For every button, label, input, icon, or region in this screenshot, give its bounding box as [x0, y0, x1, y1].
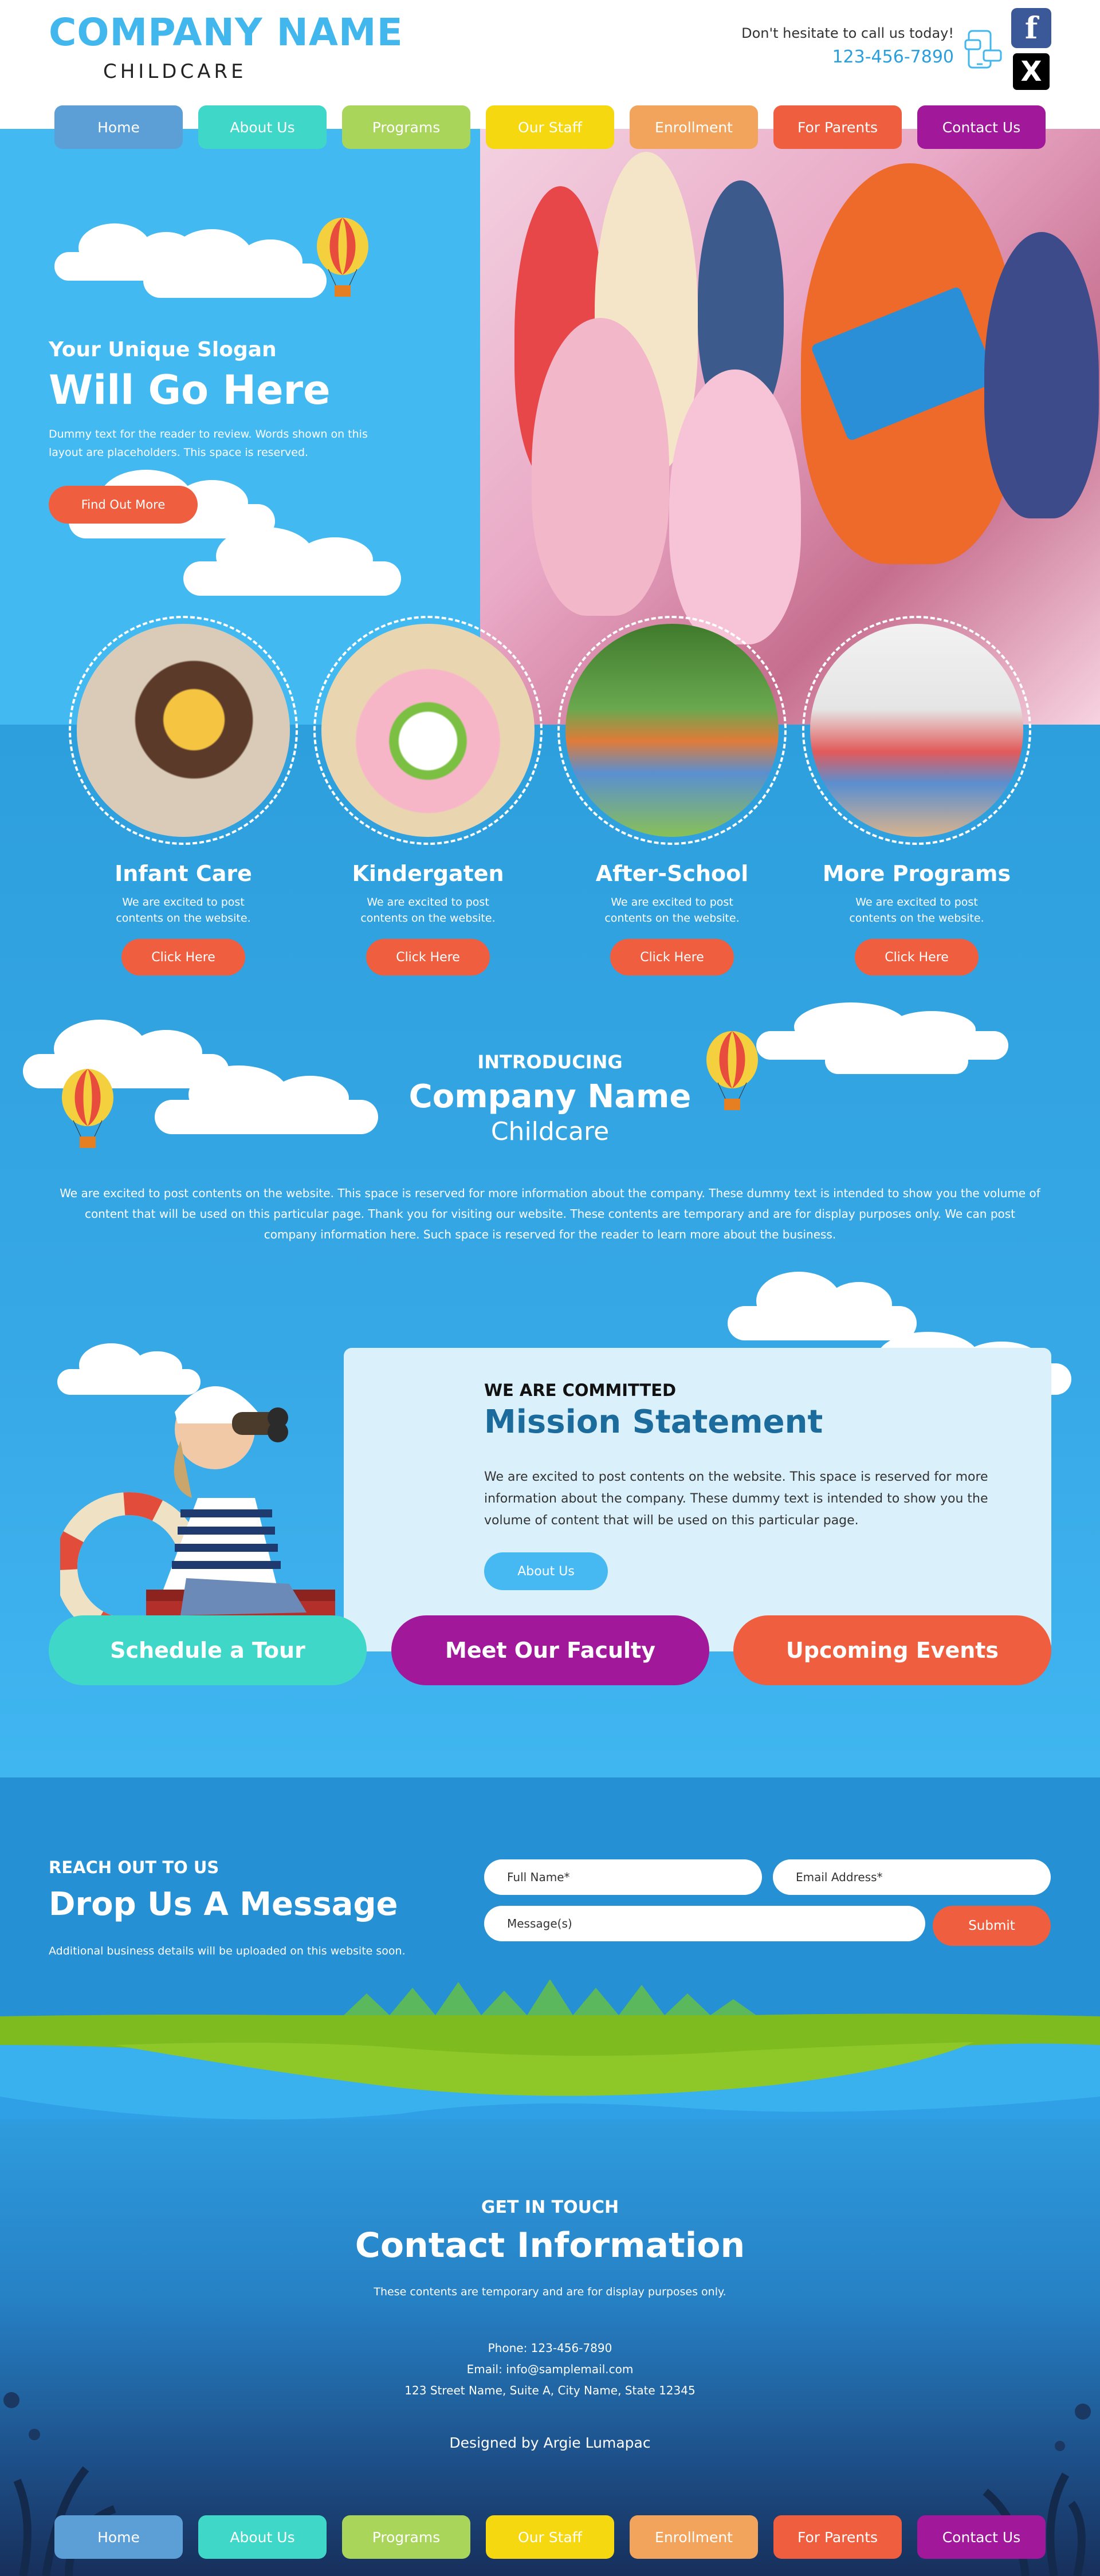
message-title: Drop Us A Message: [49, 1886, 398, 1923]
service-click-button[interactable]: Click Here: [610, 939, 734, 976]
find-out-more-button[interactable]: Find Out More: [49, 486, 198, 524]
intro-subtitle: Childcare: [490, 1117, 610, 1146]
service-click-button[interactable]: Click Here: [366, 939, 490, 976]
nav-our-staff[interactable]: Our Staff: [486, 2515, 614, 2559]
more-programs-photo: [810, 624, 1023, 837]
x-twitter-icon[interactable]: X: [1011, 52, 1051, 92]
service-photo-frame: [69, 616, 298, 845]
about-us-button[interactable]: About Us: [484, 1552, 608, 1590]
designer-credit: Designed by Argie Lumapac: [449, 2435, 651, 2451]
contact-address: 123 Street Name, Suite A, City Name, Sta…: [404, 2384, 696, 2397]
nav-about-us[interactable]: About Us: [198, 105, 327, 149]
service-photo-frame: [557, 616, 787, 845]
service-desc: We are excited to post contents on the w…: [360, 896, 496, 925]
phone-chat-icon: [964, 30, 1002, 69]
nav-programs[interactable]: Programs: [342, 105, 470, 149]
intro-label: INTRODUCING: [477, 1051, 623, 1073]
service-after-school: After-School We are excited to post cont…: [557, 616, 787, 976]
nav-contact-us[interactable]: Contact Us: [917, 105, 1046, 149]
cloud-shape: [143, 229, 327, 298]
call-text: Don't hesitate to call us today!: [741, 25, 954, 41]
service-title: Kindergaten: [352, 861, 504, 886]
service-desc: We are excited to post contents on the w…: [604, 896, 740, 925]
service-kindergaten: Kindergaten We are excited to post conte…: [313, 616, 543, 976]
nav-home[interactable]: Home: [54, 2515, 183, 2559]
kindergaten-photo: [321, 624, 535, 837]
cloud-shape: [183, 527, 401, 596]
header-phone[interactable]: 123-456-7890: [832, 47, 954, 67]
contact-phone[interactable]: Phone: 123-456-7890: [0, 2341, 1100, 2355]
service-click-button[interactable]: Click Here: [855, 939, 979, 976]
schedule-tour-button[interactable]: Schedule a Tour: [49, 1615, 367, 1685]
meet-faculty-button[interactable]: Meet Our Faculty: [391, 1615, 709, 1685]
full-name-input[interactable]: Full Name*: [484, 1859, 762, 1895]
service-photo-frame: [313, 616, 543, 845]
girl-with-binoculars-illustration: [60, 1386, 335, 1653]
mission-description: We are excited to post contents on the w…: [484, 1470, 988, 1528]
email-input[interactable]: Email Address*: [773, 1859, 1051, 1895]
service-title: Infant Care: [115, 861, 252, 886]
nav-enrollment[interactable]: Enrollment: [630, 105, 758, 149]
nav-programs[interactable]: Programs: [342, 2515, 470, 2559]
hot-air-balloon-icon: [317, 218, 368, 297]
hero-slogan-small: Your Unique Slogan: [49, 338, 277, 361]
nav-for-parents[interactable]: For Parents: [773, 2515, 902, 2559]
cloud-shape: [728, 1272, 917, 1340]
service-desc: We are excited to post contents on the w…: [116, 896, 251, 925]
hero-description: Dummy text for the reader to review. Wor…: [49, 428, 368, 459]
nav-our-staff[interactable]: Our Staff: [486, 105, 614, 149]
main-nav: Home About Us Programs Our Staff Enrollm…: [54, 105, 1046, 149]
service-click-button[interactable]: Click Here: [121, 939, 245, 976]
service-title: More Programs: [822, 861, 1011, 886]
service-photo-frame: [802, 616, 1031, 845]
footer-nav: Home About Us Programs Our Staff Enrollm…: [54, 2515, 1046, 2559]
contact-title: Contact Information: [355, 2225, 745, 2266]
message-label: REACH OUT TO US: [49, 1858, 219, 1877]
facebook-icon[interactable]: f: [1011, 8, 1051, 48]
nav-enrollment[interactable]: Enrollment: [630, 2515, 758, 2559]
message-info: Additional business details will be uplo…: [49, 1945, 406, 1957]
after-school-photo: [565, 624, 779, 837]
nav-about-us[interactable]: About Us: [198, 2515, 327, 2559]
service-title: After-School: [595, 861, 749, 886]
intro-description: We are excited to post contents on the w…: [60, 1186, 1040, 1241]
logo-company-sub: CHILDCARE: [103, 60, 247, 83]
mission-title: Mission Statement: [484, 1403, 823, 1441]
nav-for-parents[interactable]: For Parents: [773, 105, 902, 149]
logo-company-name[interactable]: COMPANY NAME: [49, 10, 403, 54]
infant-care-photo: [77, 624, 290, 837]
contact-email[interactable]: Email: info@samplemail.com: [0, 2362, 1100, 2376]
nav-home[interactable]: Home: [54, 105, 183, 149]
hero-slogan-big: Will Go Here: [49, 367, 331, 414]
upcoming-events-button[interactable]: Upcoming Events: [733, 1615, 1051, 1685]
contact-label: GET IN TOUCH: [481, 2197, 619, 2217]
submit-button[interactable]: Submit: [933, 1906, 1051, 1946]
service-infant-care: Infant Care We are excited to post conte…: [69, 616, 298, 976]
contact-description: These contents are temporary and are for…: [374, 2286, 726, 2298]
service-desc: We are excited to post contents on the w…: [849, 896, 984, 925]
nav-contact-us[interactable]: Contact Us: [917, 2515, 1046, 2559]
intro-title: Company Name: [408, 1078, 692, 1115]
service-more-programs: More Programs We are excited to post con…: [802, 616, 1031, 976]
mission-label: WE ARE COMMITTED: [484, 1381, 677, 1400]
message-input[interactable]: Message(s): [484, 1906, 925, 1941]
